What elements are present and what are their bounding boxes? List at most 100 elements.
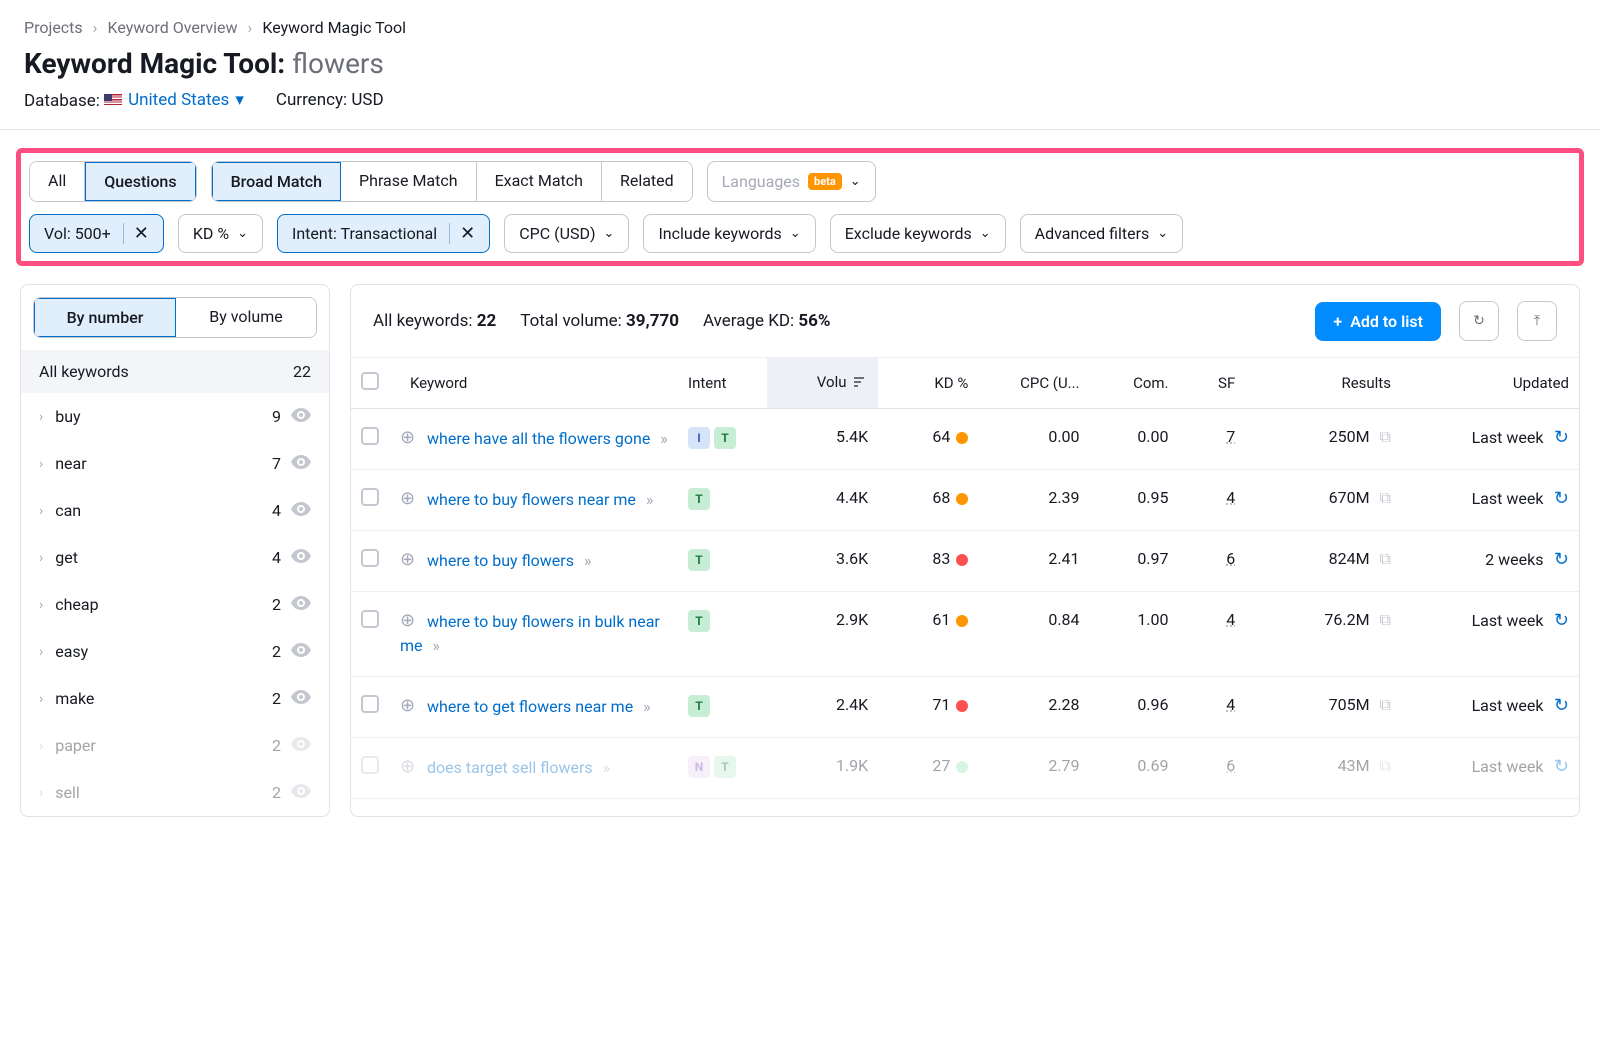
cell-results: 705M ⧉ <box>1245 677 1401 738</box>
serp-icon[interactable]: ⧉ <box>1376 695 1391 714</box>
filter-include[interactable]: Include keywords ⌄ <box>643 214 815 253</box>
filter-volume[interactable]: Vol: 500+ ✕ <box>29 214 164 253</box>
add-circle-icon[interactable]: ⊕ <box>400 549 415 570</box>
col-keyword[interactable]: Keyword <box>400 358 678 409</box>
sidebar-item[interactable]: › paper 2 <box>21 722 329 769</box>
serp-icon[interactable]: ⧉ <box>1376 488 1391 507</box>
tab-related[interactable]: Related <box>602 162 692 201</box>
row-checkbox[interactable] <box>361 610 379 628</box>
intent-badge-t: T <box>688 695 710 717</box>
select-all-checkbox[interactable] <box>361 372 379 390</box>
cell-volume: 2.4K <box>767 677 878 738</box>
keyword-link[interactable]: where to buy flowers near me » <box>427 490 653 509</box>
eye-icon[interactable] <box>291 783 311 802</box>
sidebar-item-count: 2 <box>272 736 281 755</box>
refresh-button[interactable]: ↻ <box>1459 301 1499 341</box>
filter-cpc[interactable]: CPC (USD) ⌄ <box>504 214 629 253</box>
refresh-icon[interactable]: ↻ <box>1549 756 1569 777</box>
sidebar-item[interactable]: › get 4 <box>21 534 329 581</box>
refresh-icon[interactable]: ↻ <box>1549 488 1569 509</box>
eye-icon[interactable] <box>291 642 311 661</box>
col-cpc[interactable]: CPC (U... <box>978 358 1089 409</box>
eye-icon[interactable] <box>291 689 311 708</box>
sidebar-item-label: make <box>55 689 272 708</box>
keyword-link[interactable]: where to get flowers near me » <box>427 697 651 716</box>
filter-advanced[interactable]: Advanced filters ⌄ <box>1020 214 1184 253</box>
sidebar-item[interactable]: › near 7 <box>21 440 329 487</box>
cell-sf: 6 <box>1179 531 1246 592</box>
cell-volume: 1.9K <box>767 738 878 799</box>
add-circle-icon[interactable]: ⊕ <box>400 488 415 509</box>
eye-icon[interactable] <box>291 501 311 520</box>
eye-icon[interactable] <box>291 407 311 426</box>
eye-icon[interactable] <box>291 454 311 473</box>
col-sf[interactable]: SF <box>1179 358 1246 409</box>
col-results[interactable]: Results <box>1245 358 1401 409</box>
cell-kd: 61 <box>878 592 978 677</box>
chevron-right-icon: › <box>39 409 43 425</box>
sidebar-item-label: get <box>55 548 272 567</box>
database-selector[interactable]: Database: United States ▾ <box>24 90 244 111</box>
export-button[interactable]: ⤒ <box>1517 301 1557 341</box>
row-checkbox[interactable] <box>361 756 379 774</box>
keyword-link[interactable]: does target sell flowers » <box>427 758 610 777</box>
row-checkbox[interactable] <box>361 695 379 713</box>
refresh-icon[interactable]: ↻ <box>1549 427 1569 448</box>
add-circle-icon[interactable]: ⊕ <box>400 610 415 631</box>
tab-exact-match[interactable]: Exact Match <box>477 162 602 201</box>
breadcrumb-overview[interactable]: Keyword Overview <box>107 18 237 37</box>
sidebar-item[interactable]: › make 2 <box>21 675 329 722</box>
add-circle-icon[interactable]: ⊕ <box>400 427 415 448</box>
serp-icon[interactable]: ⧉ <box>1376 756 1391 775</box>
sidebar-item[interactable]: › buy 9 <box>21 393 329 440</box>
col-intent[interactable]: Intent <box>678 358 767 409</box>
row-checkbox[interactable] <box>361 488 379 506</box>
col-updated[interactable]: Updated <box>1401 358 1579 409</box>
refresh-icon[interactable]: ↻ <box>1549 610 1569 631</box>
tab-by-volume[interactable]: By volume <box>176 298 316 337</box>
chevron-down-icon: ⌄ <box>604 226 615 241</box>
summary-stats: All keywords: 22 Total volume: 39,770 Av… <box>373 311 830 331</box>
close-icon[interactable]: ✕ <box>123 223 149 244</box>
sidebar-item[interactable]: › cheap 2 <box>21 581 329 628</box>
tab-all[interactable]: All <box>30 162 85 201</box>
row-checkbox[interactable] <box>361 427 379 445</box>
tab-questions[interactable]: Questions <box>85 162 195 201</box>
cell-sf: 4 <box>1179 677 1246 738</box>
tab-phrase-match[interactable]: Phrase Match <box>341 162 477 201</box>
eye-icon[interactable] <box>291 736 311 755</box>
eye-icon[interactable] <box>291 595 311 614</box>
add-circle-icon[interactable]: ⊕ <box>400 695 415 716</box>
filter-exclude[interactable]: Exclude keywords ⌄ <box>830 214 1006 253</box>
languages-dropdown[interactable]: Languages beta ⌄ <box>707 161 876 202</box>
cell-com: 0.69 <box>1090 738 1179 799</box>
cell-results: 250M ⧉ <box>1245 409 1401 470</box>
eye-icon[interactable] <box>291 548 311 567</box>
keyword-link[interactable]: where to buy flowers in bulk near me » <box>400 612 660 655</box>
keyword-link[interactable]: where have all the flowers gone » <box>427 429 668 448</box>
add-to-list-button[interactable]: + Add to list <box>1315 302 1441 341</box>
breadcrumb-projects[interactable]: Projects <box>24 18 83 37</box>
filter-intent[interactable]: Intent: Transactional ✕ <box>277 214 490 253</box>
close-icon[interactable]: ✕ <box>449 223 475 244</box>
sidebar-item[interactable]: › can 4 <box>21 487 329 534</box>
col-kd[interactable]: KD % <box>878 358 978 409</box>
serp-icon[interactable]: ⧉ <box>1376 427 1391 446</box>
tab-by-number[interactable]: By number <box>34 298 176 337</box>
keyword-link[interactable]: where to buy flowers » <box>427 551 591 570</box>
filter-kd[interactable]: KD % ⌄ <box>178 214 263 253</box>
page-title: Keyword Magic Tool: flowers <box>0 47 1600 90</box>
cell-updated: Last week ↻ <box>1401 738 1579 799</box>
col-volume[interactable]: Volu <box>767 358 878 409</box>
sidebar-item[interactable]: › sell 2 <box>21 769 329 816</box>
serp-icon[interactable]: ⧉ <box>1376 610 1391 629</box>
col-com[interactable]: Com. <box>1090 358 1179 409</box>
add-circle-icon[interactable]: ⊕ <box>400 756 415 777</box>
tab-broad-match[interactable]: Broad Match <box>212 162 341 201</box>
row-checkbox[interactable] <box>361 549 379 567</box>
sidebar-all-keywords[interactable]: All keywords 22 <box>21 350 329 393</box>
sidebar-item[interactable]: › easy 2 <box>21 628 329 675</box>
serp-icon[interactable]: ⧉ <box>1376 549 1391 568</box>
refresh-icon[interactable]: ↻ <box>1549 695 1569 716</box>
refresh-icon[interactable]: ↻ <box>1549 549 1569 570</box>
